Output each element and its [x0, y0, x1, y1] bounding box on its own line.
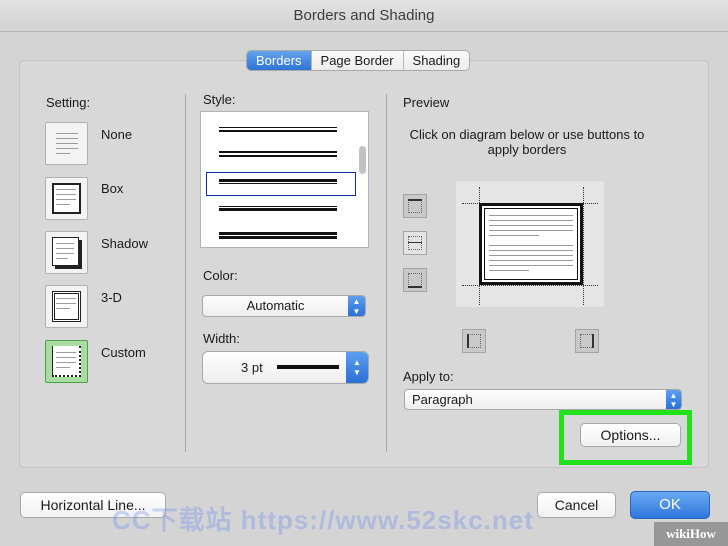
column-divider-right	[386, 94, 387, 452]
width-sample-line	[277, 365, 339, 369]
style-option-double-thin[interactable]	[219, 127, 337, 132]
inside-horizontal-border-button[interactable]	[403, 231, 427, 255]
style-option-thick-thin[interactable]	[219, 179, 337, 184]
width-popup[interactable]: 3 pt ▲ ▼	[202, 351, 369, 384]
preview-diagram[interactable]	[456, 181, 604, 307]
color-heading: Color:	[203, 268, 238, 283]
wikihow-badge: wikiHow	[654, 522, 728, 546]
setting-custom-label[interactable]: Custom	[101, 345, 146, 360]
style-list[interactable]	[200, 111, 369, 248]
setting-box-label[interactable]: Box	[101, 181, 123, 196]
color-value: Automatic	[246, 298, 305, 313]
tab-bar: Borders Page Border Shading	[246, 50, 471, 71]
top-border-button[interactable]	[403, 194, 427, 218]
width-value: 3 pt	[241, 360, 263, 375]
width-heading: Width:	[203, 331, 240, 346]
style-option-thick-thick[interactable]	[219, 232, 337, 239]
watermark: CC下载站 https://www.52skc.net	[112, 505, 534, 535]
style-option-thin-thick[interactable]	[219, 206, 337, 211]
options-button[interactable]: Options...	[580, 423, 681, 447]
column-divider-left	[185, 94, 186, 452]
chevron-up-down-icon: ▲ ▼	[346, 352, 368, 383]
border-custom-icon[interactable]	[45, 340, 88, 383]
setting-none-label[interactable]: None	[101, 127, 132, 142]
style-heading: Style:	[203, 92, 236, 107]
style-option-double[interactable]	[219, 151, 337, 157]
border-shadow-icon[interactable]	[45, 231, 88, 274]
tab-borders[interactable]: Borders	[247, 51, 312, 70]
border-box-icon[interactable]	[45, 177, 88, 220]
tab-shading[interactable]: Shading	[404, 51, 470, 70]
preview-instructions: Click on diagram below or use buttons to…	[409, 127, 645, 157]
right-border-button[interactable]	[575, 329, 599, 353]
border-3d-icon[interactable]	[45, 285, 88, 328]
bottom-border-button[interactable]	[403, 268, 427, 292]
style-selection	[206, 172, 356, 196]
window-title: Borders and Shading	[0, 0, 728, 32]
preview-heading: Preview	[403, 95, 450, 110]
tab-page-border[interactable]: Page Border	[312, 51, 404, 70]
apply-to-popup[interactable]: Paragraph ▲ ▼	[404, 389, 682, 410]
chevron-up-down-icon: ▲ ▼	[348, 296, 365, 316]
ok-button[interactable]: OK	[630, 491, 710, 519]
chevron-up-down-icon: ▲ ▼	[666, 390, 681, 409]
setting-shadow-label[interactable]: Shadow	[101, 236, 148, 251]
apply-to-value: Paragraph	[412, 392, 473, 407]
preview-box	[479, 203, 583, 285]
border-none-icon[interactable]	[45, 122, 88, 165]
cancel-button[interactable]: Cancel	[537, 492, 616, 518]
color-popup[interactable]: Automatic ▲ ▼	[202, 295, 366, 317]
setting-heading: Setting:	[46, 95, 91, 110]
apply-to-heading: Apply to:	[403, 369, 454, 384]
left-border-button[interactable]	[462, 329, 486, 353]
setting-3d-label[interactable]: 3-D	[101, 290, 122, 305]
style-scrollbar[interactable]	[359, 146, 366, 174]
